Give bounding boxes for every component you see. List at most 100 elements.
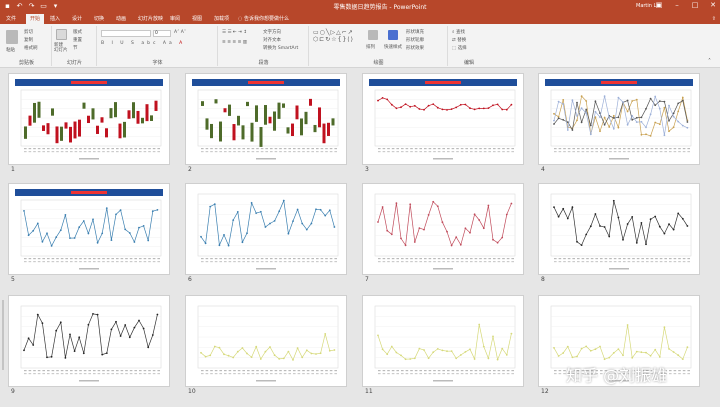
axis-tick-label [320,261,324,263]
redo-icon[interactable]: ↷ [27,2,36,11]
tab-view[interactable]: 视图 [188,14,206,24]
data-point [654,215,657,218]
candle-bar [291,123,294,137]
data-point [580,95,583,97]
paste-icon[interactable] [6,30,18,44]
vertical-scrollbar[interactable] [2,300,4,370]
format-painter-button[interactable]: 格式刷 [24,45,38,51]
section-button[interactable]: 节 [73,45,78,51]
layout-button[interactable]: 版式 [73,29,82,35]
axis-tick-label [274,258,278,260]
axis-tick-label [157,151,160,153]
new-slide-icon[interactable] [56,29,67,40]
tell-me-search[interactable]: ◌ 告诉我你想要做什么 [238,14,289,24]
slide-thumbnail[interactable] [363,296,523,386]
slide-thumbnail[interactable] [186,74,346,164]
tab-file[interactable]: 文件 [2,14,20,24]
axis-tick-label [56,370,59,372]
font-size-select[interactable]: 0 [153,30,171,37]
tab-animations[interactable]: 动画 [112,14,130,24]
axis-tick-label [93,151,96,153]
font-name-select[interactable] [101,30,151,37]
tab-home[interactable]: 开始 [26,14,45,24]
tab-review[interactable]: 审阅 [166,14,184,24]
axis-tick-label [102,148,105,150]
data-point [576,101,578,104]
slide-number: 11 [365,388,373,395]
axis-tick-label [460,373,464,375]
collapse-ribbon-icon[interactable]: ˄ [708,58,711,65]
data-point [59,229,62,231]
axis-tick-label [79,373,82,375]
axis-tick-label [460,261,464,263]
axis-tick-label [42,261,45,263]
data-point [576,355,578,358]
quick-styles-icon[interactable] [388,30,398,40]
axis-tick-label [623,151,626,153]
axis-tick-label [618,258,621,260]
reset-button[interactable]: 重置 [73,37,82,43]
data-point [496,241,499,244]
minimize-icon[interactable]: – [672,1,682,9]
axis-tick-label [678,261,681,263]
axis-tick-label [242,261,245,263]
copy-button[interactable]: 复制 [24,37,33,43]
axis-tick-label [251,258,255,260]
axis-tick-label [442,258,445,260]
grow-font-button[interactable]: A˄ A˅ [174,30,186,35]
slide-thumbnail[interactable] [9,296,169,386]
slide-thumbnail[interactable] [186,296,346,386]
axis-tick-label [316,373,319,375]
smartart-button[interactable]: 转换为 SmartArt [263,45,298,51]
align-text-button[interactable]: 对齐文本 [263,37,281,43]
slide-thumbnail[interactable] [186,184,346,274]
arrange-icon[interactable] [368,30,378,40]
shape-outline-button[interactable]: 形状轮廓 [406,37,424,43]
find-button[interactable]: ⌕ 查找 [452,29,465,35]
legend [79,268,99,270]
slide-thumbnail[interactable] [363,184,523,274]
save-icon[interactable]: ▪ [3,2,12,11]
shapes-gallery[interactable]: ▭○╲▷△⌐↗ ⬡⊏↻☆{}⟨⟩ [313,29,354,43]
replace-button[interactable]: ⇄ 替换 [452,37,466,43]
tab-design[interactable]: 设计 [68,14,86,24]
slide-thumbnail[interactable] [9,74,169,164]
axis-tick-label [460,148,464,150]
axis-tick-label [106,151,110,153]
slide-thumbnail[interactable] [539,184,699,274]
customize-icon[interactable]: ▾ [51,2,60,11]
select-button[interactable]: ⬚ 选择 [452,45,467,51]
cut-button[interactable]: 剪切 [24,29,33,35]
axis-tick-label [237,148,241,150]
candle-bar [201,101,204,106]
data-point [282,199,285,202]
arrange-button[interactable]: 排列 [366,44,375,50]
text-direction-button[interactable]: 文字方向 [263,29,281,35]
font-format-buttons[interactable]: B I U S abc Aa A [101,41,185,46]
tab-insert[interactable]: 插入 [46,14,64,24]
data-point [418,227,421,229]
axis-tick-label [148,261,151,263]
data-point [459,243,462,246]
tab-addins[interactable]: 加载项 [210,14,233,24]
slide-thumbnail[interactable] [539,74,699,164]
slide-thumbnail[interactable] [9,184,169,274]
tab-transitions[interactable]: 切换 [90,14,108,24]
tab-slideshow[interactable]: 幻灯片放映 [134,14,167,24]
quick-styles-button[interactable]: 快速样式 [384,44,402,50]
axis-tick-label [219,258,222,260]
shape-effects-button[interactable]: 形状效果 [406,45,424,51]
axis-tick-label [201,370,204,372]
start-from-beginning-icon[interactable]: ▭ [39,2,48,11]
undo-icon[interactable]: ↶ [15,2,24,11]
align-buttons[interactable]: ≡ ≡ ≡ ≡ ▥ [222,40,247,45]
slide-thumbnail[interactable] [363,74,523,164]
data-point [41,240,44,243]
axis-tick-label [157,148,160,150]
close-icon[interactable]: ✕ [708,1,718,9]
shape-fill-button[interactable]: 形状填充 [406,29,424,35]
share-button[interactable]: ⇪ [712,14,716,24]
ribbon-display-options-icon[interactable]: ▣ [654,1,664,9]
list-buttons[interactable]: ☰ ☰ ⇤ ⇥ ↕ [222,30,247,35]
maximize-icon[interactable]: □ [690,1,700,9]
